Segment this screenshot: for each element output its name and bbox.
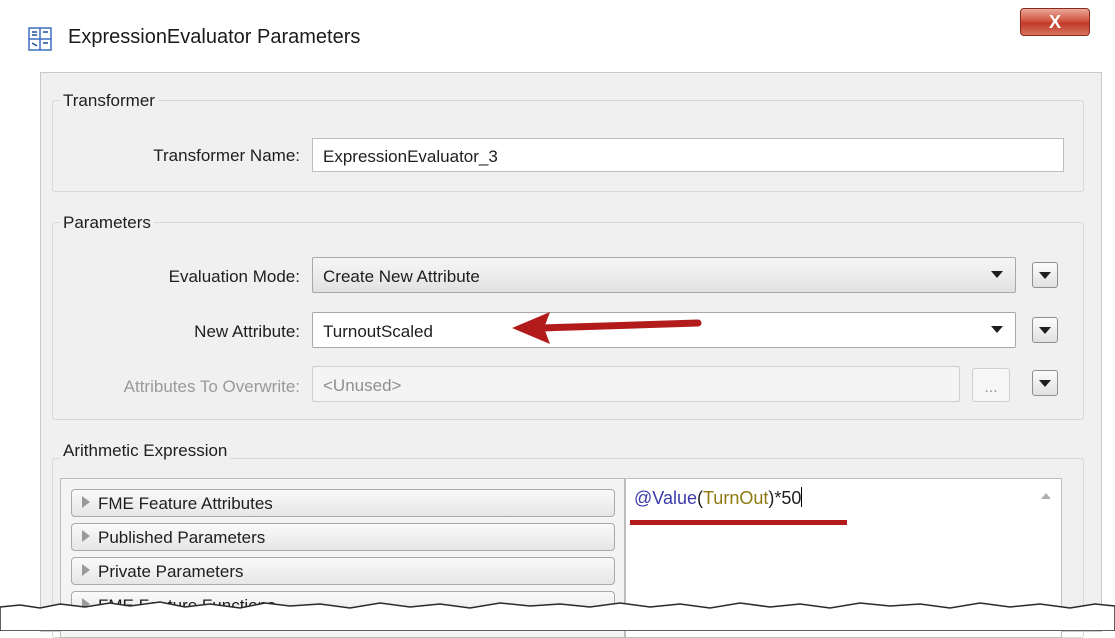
expand-triangle-icon [82, 564, 90, 576]
chevron-down-icon [1039, 272, 1051, 279]
expression-attribute: TurnOut [702, 488, 769, 508]
transformer-name-input[interactable]: ExpressionEvaluator_3 [312, 138, 1064, 172]
tree-item-label: Private Parameters [98, 562, 244, 581]
transformer-name-label: Transformer Name: [153, 146, 300, 165]
evaluation-mode-select[interactable]: Create New Attribute [312, 257, 1016, 293]
overwrite-menu-button[interactable] [1032, 370, 1058, 396]
grid-icon [28, 27, 52, 51]
chevron-down-icon [991, 271, 1003, 278]
expression-function: @Value [634, 488, 697, 508]
evaluation-mode-label: Evaluation Mode: [168, 267, 300, 286]
annotation-arrow-icon [512, 312, 702, 344]
new-attribute-menu-button[interactable] [1032, 317, 1058, 343]
expand-triangle-icon [82, 530, 90, 542]
tree-item-published-parameters[interactable]: Published Parameters [71, 523, 615, 551]
overwrite-field[interactable]: <Unused> [312, 366, 960, 402]
annotation-underline [630, 520, 847, 525]
evaluation-mode-value: Create New Attribute [323, 267, 480, 286]
arithmetic-group-title: Arithmetic Expression [60, 441, 231, 461]
overwrite-label: Attributes To Overwrite: [123, 377, 300, 396]
expression-operator: *50 [774, 488, 802, 508]
title-bar: ExpressionEvaluator Parameters X [0, 0, 1115, 72]
chevron-down-icon [1039, 327, 1051, 334]
overwrite-ellipsis-button[interactable]: ... [972, 368, 1010, 402]
expression-text[interactable]: @Value(TurnOut)*50 [634, 487, 803, 509]
dialog-window: ExpressionEvaluator Parameters X Transfo… [0, 0, 1115, 638]
transformer-group-title: Transformer [60, 91, 158, 111]
chevron-down-icon [991, 326, 1003, 333]
window-title: ExpressionEvaluator Parameters [68, 26, 361, 48]
expand-triangle-icon [82, 496, 90, 508]
new-attribute-value: TurnoutScaled [323, 322, 433, 341]
parameters-group-title: Parameters [60, 213, 154, 233]
tree-item-label: Published Parameters [98, 528, 266, 547]
scroll-up-icon[interactable] [1041, 493, 1051, 499]
evaluation-mode-menu-button[interactable] [1032, 262, 1058, 288]
close-button[interactable]: X [1020, 8, 1090, 36]
new-attribute-label: New Attribute: [194, 322, 300, 341]
text-caret [801, 487, 803, 507]
tree-item-fme-feature-attributes[interactable]: FME Feature Attributes [71, 489, 615, 517]
tree-item-private-parameters[interactable]: Private Parameters [71, 557, 615, 585]
torn-edge [0, 601, 1115, 631]
chevron-down-icon [1039, 380, 1051, 387]
tree-item-label: FME Feature Attributes [98, 494, 273, 513]
